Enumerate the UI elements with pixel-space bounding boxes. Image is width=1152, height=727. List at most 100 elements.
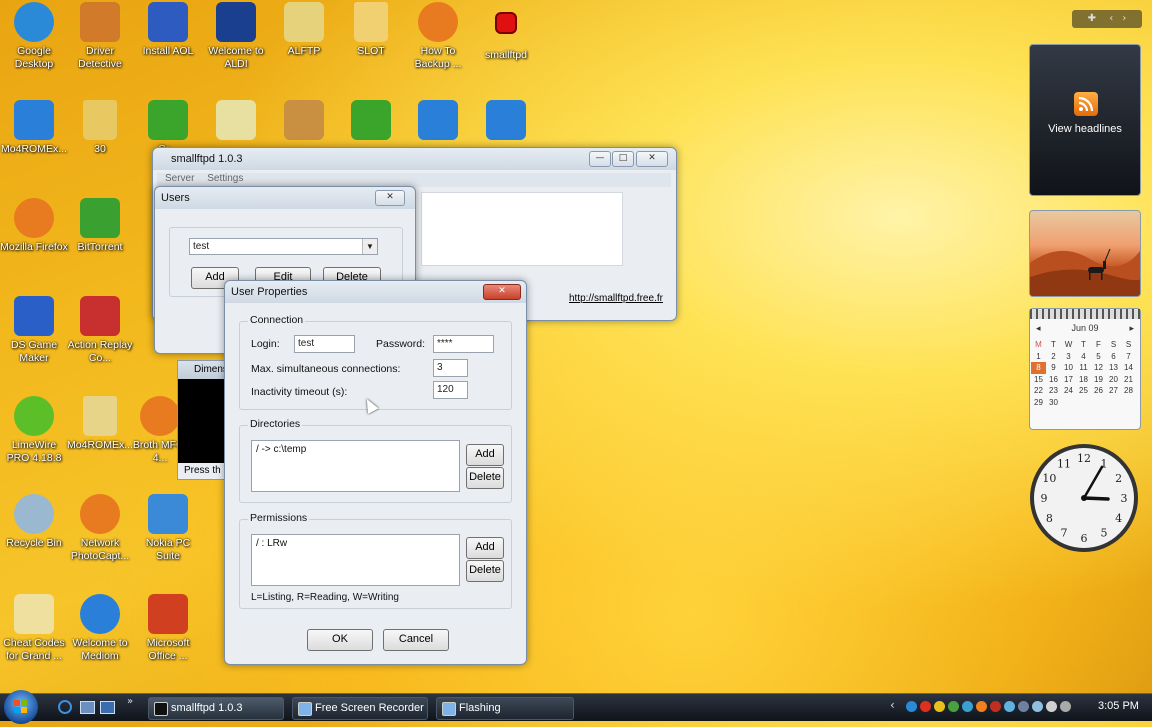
user-properties-close-button[interactable]: ✕: [483, 284, 521, 300]
add-gadget-icon[interactable]: ✚: [1088, 13, 1096, 24]
calendar-day[interactable]: 22: [1031, 385, 1046, 397]
desktop-icon[interactable]: [404, 100, 472, 143]
desktop-icon[interactable]: Microsoft Office ...: [134, 594, 202, 663]
desktop-icon[interactable]: BitTorrent: [66, 198, 134, 254]
directories-list[interactable]: / -> c:\temp: [251, 440, 460, 492]
calendar-day[interactable]: 21: [1121, 374, 1136, 386]
delete-permission-button[interactable]: Delete: [466, 560, 504, 582]
taskbar-button[interactable]: smallftpd 1.0.3: [148, 697, 284, 720]
calendar-day[interactable]: 4: [1076, 351, 1091, 363]
slideshow-gadget[interactable]: [1029, 210, 1141, 297]
calendar-day[interactable]: 1: [1031, 351, 1046, 363]
desktop-icon[interactable]: [472, 100, 540, 143]
calendar-day[interactable]: 13: [1106, 362, 1121, 374]
tray-icon[interactable]: [1004, 701, 1015, 712]
start-button[interactable]: [4, 690, 38, 724]
desktop-icon[interactable]: LimeWire PRO 4.18.8: [0, 396, 68, 465]
tray-icon[interactable]: [962, 701, 973, 712]
menu-settings[interactable]: Settings: [207, 173, 243, 184]
calendar-next-icon[interactable]: ▸: [1129, 323, 1134, 334]
calendar-day[interactable]: [1076, 397, 1091, 409]
desktop-icon[interactable]: Google Desktop: [0, 2, 68, 71]
desktop-icon[interactable]: Recycle Bin: [0, 494, 68, 550]
calendar-day[interactable]: 8: [1031, 362, 1046, 374]
calendar-day[interactable]: [1061, 397, 1076, 409]
calendar-day[interactable]: 19: [1091, 374, 1106, 386]
more-quicklaunch-icon[interactable]: »: [127, 696, 133, 707]
desktop-icon[interactable]: [202, 100, 270, 143]
inactivity-timeout-field[interactable]: 120: [433, 381, 468, 399]
calendar-day[interactable]: 24: [1061, 385, 1076, 397]
website-link[interactable]: http://smallftpd.free.fr: [569, 293, 663, 304]
tray-icon[interactable]: [1018, 701, 1029, 712]
calendar-day[interactable]: [1091, 397, 1106, 409]
ie-quicklaunch-icon[interactable]: [58, 700, 72, 714]
desktop-icon[interactable]: Welcome to Mediom: [66, 594, 134, 663]
desktop-icon[interactable]: Mo4ROMEx...: [0, 100, 68, 156]
calendar-day[interactable]: 14: [1121, 362, 1136, 374]
delete-directory-button[interactable]: Delete: [466, 467, 504, 489]
tray-icon[interactable]: [1032, 701, 1043, 712]
list-item[interactable]: / : LRw: [256, 538, 455, 549]
clock-time[interactable]: 3:05 PM: [1098, 700, 1139, 712]
permissions-list[interactable]: / : LRw: [251, 534, 460, 586]
add-permission-button[interactable]: Add: [466, 537, 504, 559]
desktop-icon[interactable]: SLOT: [337, 2, 405, 58]
desktop-icon[interactable]: Network PhotoCapt...: [66, 494, 134, 563]
calendar-day[interactable]: 6: [1106, 351, 1121, 363]
desktop-icon[interactable]: 30: [66, 100, 134, 156]
tray-expand-icon[interactable]: ‹: [890, 698, 895, 712]
desktop-icon[interactable]: Mozilla Firefox: [0, 198, 68, 254]
user-properties-titlebar[interactable]: User Properties: [225, 281, 526, 303]
switch-windows-icon[interactable]: [100, 701, 115, 714]
taskbar-button[interactable]: Free Screen Recorder: [292, 697, 428, 720]
calendar-day[interactable]: [1106, 397, 1121, 409]
menu-server[interactable]: Server: [165, 173, 194, 184]
desktop-icon[interactable]: Mo4ROMEx...: [66, 396, 134, 452]
minimize-button[interactable]: —: [589, 151, 611, 167]
calendar-day[interactable]: 7: [1121, 351, 1136, 363]
ok-button[interactable]: OK: [307, 629, 373, 651]
calendar-day[interactable]: 16: [1046, 374, 1061, 386]
calendar-day[interactable]: 20: [1106, 374, 1121, 386]
desktop-icon[interactable]: [337, 100, 405, 143]
desktop-icon[interactable]: smallftpd: [472, 2, 540, 62]
user-select[interactable]: test ▼: [189, 238, 378, 255]
previous-icon[interactable]: ‹: [1109, 13, 1113, 24]
tray-icon[interactable]: [920, 701, 931, 712]
calendar-day[interactable]: 27: [1106, 385, 1121, 397]
calendar-day[interactable]: 3: [1061, 351, 1076, 363]
list-item[interactable]: / -> c:\temp: [256, 444, 455, 455]
calendar-day[interactable]: 30: [1046, 397, 1061, 409]
desktop-icon[interactable]: Welcome to ALDI: [202, 2, 270, 71]
tray-icon[interactable]: [1046, 701, 1057, 712]
calendar-day[interactable]: 26: [1091, 385, 1106, 397]
desktop-icon[interactable]: Cheat Codes for Grand ...: [0, 594, 68, 663]
calendar-day[interactable]: 18: [1076, 374, 1091, 386]
desktop-icon[interactable]: Driver Detective: [66, 2, 134, 71]
feed-label[interactable]: View headlines: [1030, 123, 1140, 135]
close-button[interactable]: ✕: [636, 151, 668, 167]
calendar-day[interactable]: 5: [1091, 351, 1106, 363]
feed-gadget[interactable]: View headlines: [1029, 44, 1141, 196]
calendar-day[interactable]: 28: [1121, 385, 1136, 397]
calendar-day[interactable]: 10: [1061, 362, 1076, 374]
calendar-day[interactable]: 2: [1046, 351, 1061, 363]
calendar-day[interactable]: 12: [1091, 362, 1106, 374]
calendar-day[interactable]: 11: [1076, 362, 1091, 374]
password-field[interactable]: ****: [433, 335, 494, 353]
calendar-day[interactable]: 15: [1031, 374, 1046, 386]
calendar-day[interactable]: 23: [1046, 385, 1061, 397]
calendar-gadget[interactable]: ◂ Jun 09 ▸ M T W T F S S 1 2 3 4 5 6 7 8 9 10 11 12 13 14 15 1…: [1029, 308, 1141, 430]
desktop-icon[interactable]: Action Replay Co...: [66, 296, 134, 365]
tray-icon[interactable]: [906, 701, 917, 712]
cancel-button[interactable]: Cancel: [383, 629, 449, 651]
calendar-day[interactable]: 25: [1076, 385, 1091, 397]
login-field[interactable]: test: [294, 335, 355, 353]
desktop-icon[interactable]: ALFTP: [270, 2, 338, 58]
taskbar-button[interactable]: Flashing: [436, 697, 574, 720]
clock-gadget[interactable]: 12 1 2 3 4 5 6 7 8 9 10 11: [1029, 443, 1139, 553]
tray-icon[interactable]: [934, 701, 945, 712]
max-connections-field[interactable]: 3: [433, 359, 468, 377]
calendar-day[interactable]: 17: [1061, 374, 1076, 386]
